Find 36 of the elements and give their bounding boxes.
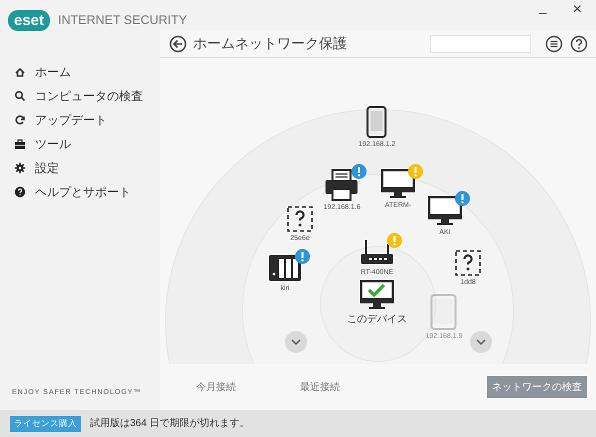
printer-icon[interactable] <box>325 169 359 201</box>
minimize-button[interactable]: – <box>534 2 551 23</box>
connections-tab[interactable]: 最近接続 <box>300 380 340 394</box>
close-button[interactable]: × <box>568 2 586 18</box>
nas-icon[interactable] <box>268 254 302 282</box>
sidebar-item[interactable]: コンピュータの検査 <box>0 84 160 108</box>
trial-message: 試用版は364 日で期限が切れます。 <box>90 416 250 431</box>
router-icon[interactable] <box>360 238 394 266</box>
product-name: INTERNET SECURITY <box>58 12 187 29</box>
help-icon <box>14 186 26 198</box>
sidebar-item[interactable]: ツール <box>0 132 160 156</box>
help-icon[interactable] <box>570 34 588 52</box>
search-icon <box>14 90 26 102</box>
page-title: ホームネットワーク保護 <box>193 34 347 53</box>
monitor-check-icon[interactable] <box>360 280 394 310</box>
chevron-down-icon <box>291 339 301 345</box>
sidebar-item[interactable]: ヘルプとサポート <box>0 180 160 204</box>
unknown-device-icon[interactable] <box>455 250 481 276</box>
connections-tab[interactable]: 今月接続 <box>196 380 236 394</box>
monitor-icon[interactable] <box>381 169 415 199</box>
refresh-icon <box>14 114 26 126</box>
home-icon <box>14 66 26 78</box>
monitor-icon[interactable] <box>428 196 462 226</box>
back-icon[interactable] <box>169 34 187 52</box>
menu-icon[interactable] <box>545 34 563 52</box>
chevron-down-icon <box>476 339 486 345</box>
eset-logo: eset <box>8 10 50 30</box>
sidebar-item[interactable]: 設定 <box>0 156 160 180</box>
phone-icon[interactable] <box>367 106 387 138</box>
gear-icon <box>14 162 26 174</box>
toolbox-icon <box>14 138 26 150</box>
sidebar-item[interactable]: ホーム <box>0 60 160 84</box>
sidebar-item[interactable]: アップデート <box>0 108 160 132</box>
unknown-device-icon[interactable] <box>287 206 313 232</box>
search-field[interactable] <box>430 34 531 52</box>
device-label: このデバイス <box>347 313 407 327</box>
